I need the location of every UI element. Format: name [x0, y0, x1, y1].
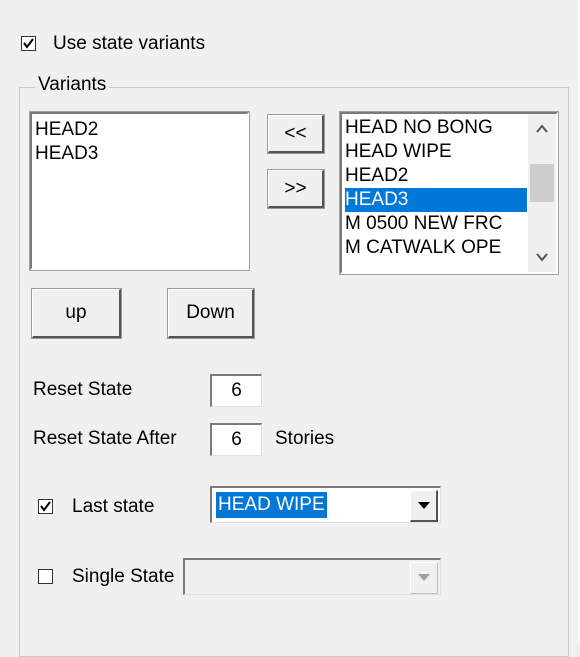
dropdown-arrow[interactable]: [410, 490, 438, 522]
use-state-variants-checkbox[interactable]: [21, 36, 36, 51]
last-state-dropdown[interactable]: HEAD WIPE: [210, 486, 441, 523]
list-item-selected[interactable]: HEAD3: [345, 188, 527, 212]
use-state-variants-label: Use state variants: [53, 33, 206, 54]
scroll-thumb[interactable]: [530, 164, 554, 202]
single-state-dropdown[interactable]: [183, 558, 441, 595]
checkmark-icon: [23, 38, 34, 49]
single-state-value: [189, 564, 193, 590]
reset-state-after-input[interactable]: 6: [210, 423, 262, 456]
scroll-up-icon[interactable]: [536, 124, 548, 134]
list-item[interactable]: HEAD WIPE: [345, 140, 527, 164]
reset-state-input[interactable]: 6: [210, 374, 262, 407]
last-state-label: Last state: [72, 496, 155, 517]
list-item[interactable]: HEAD2: [35, 118, 98, 142]
scroll-down-icon[interactable]: [536, 252, 548, 262]
list-item[interactable]: HEAD3: [35, 142, 98, 166]
up-button[interactable]: up: [31, 288, 122, 339]
dropdown-arrow[interactable]: [410, 562, 438, 594]
list-item[interactable]: HEAD NO BONG: [345, 116, 527, 140]
move-left-button[interactable]: <<: [267, 114, 325, 154]
down-button[interactable]: Down: [167, 288, 255, 339]
reset-state-after-label: Reset State After: [33, 428, 177, 449]
reset-state-label: Reset State: [33, 379, 133, 400]
last-state-checkbox[interactable]: [38, 499, 53, 514]
chevron-down-icon: [418, 502, 430, 509]
selected-variants-list[interactable]: HEAD2 HEAD3: [29, 111, 250, 271]
variants-group-title: Variants: [35, 73, 110, 97]
checkmark-icon: [40, 501, 51, 512]
single-state-checkbox[interactable]: [38, 569, 53, 584]
chevron-down-icon: [418, 574, 430, 581]
list-item[interactable]: M 0500 NEW FRC: [345, 212, 527, 236]
list-scrollbar[interactable]: [528, 114, 556, 272]
available-variants-list[interactable]: HEAD NO BONG HEAD WIPE HEAD2 HEAD3 M 050…: [339, 111, 559, 275]
list-item[interactable]: HEAD2: [345, 164, 527, 188]
stories-label: Stories: [275, 428, 335, 449]
single-state-label: Single State: [72, 566, 175, 587]
move-right-button[interactable]: >>: [267, 169, 325, 209]
list-item[interactable]: M CATWALK OPE: [345, 236, 527, 260]
last-state-value: HEAD WIPE: [216, 492, 327, 518]
